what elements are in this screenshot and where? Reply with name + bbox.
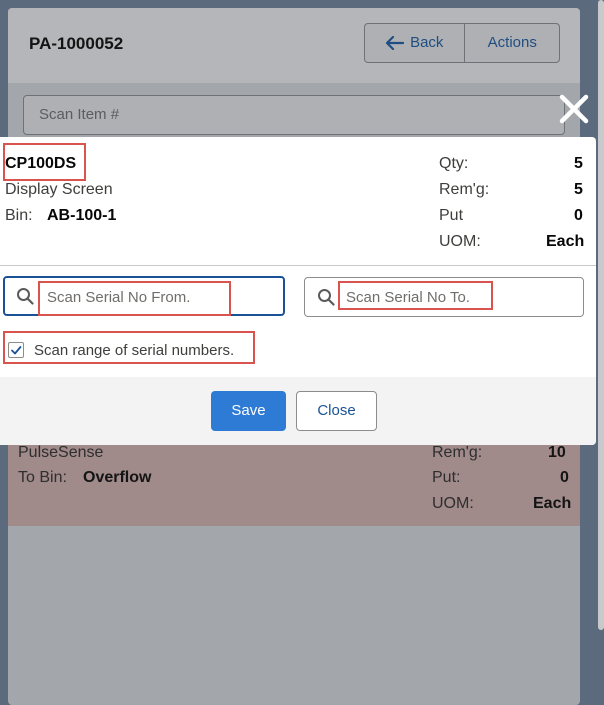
put-value: 0: [574, 207, 583, 224]
uom-value: Each: [546, 233, 585, 250]
modal-footer: Save Close: [0, 377, 596, 445]
range-checkbox-highlight: [3, 331, 255, 364]
actions-button[interactable]: Actions: [465, 24, 559, 62]
uom-label: UOM:: [439, 233, 481, 250]
to-bin-value: Overflow: [83, 469, 152, 486]
header-button-group: Back Actions: [364, 23, 560, 63]
remg-label: Rem'g:: [439, 181, 490, 198]
put-label: Put: [439, 207, 464, 224]
arrow-left-icon: [386, 36, 405, 50]
scan-item-input[interactable]: Scan Item #: [23, 95, 565, 135]
divider: [0, 265, 596, 266]
qty-value: 5: [574, 155, 583, 172]
save-button[interactable]: Save: [211, 391, 286, 431]
uom-label: UOM:: [432, 495, 474, 512]
bin-value: AB-100-1: [47, 207, 117, 224]
range-checkbox-row: Scan range of serial numbers.: [0, 327, 596, 377]
item-code-highlight: [3, 143, 86, 181]
list-item[interactable]: PulseSense To Bin: Overflow Rem'g: 10 Pu…: [8, 436, 580, 526]
search-icon: [17, 288, 34, 305]
uom-value: Each: [533, 495, 572, 512]
page-title: PA-1000052: [29, 34, 124, 53]
remg-value: 5: [574, 181, 583, 198]
back-label: Back: [410, 34, 444, 51]
serial-to-highlight: [338, 281, 493, 310]
put-label: Put:: [432, 469, 461, 486]
close-button[interactable]: Close: [296, 391, 377, 431]
page-header: PA-1000052 Back Actions: [8, 8, 580, 83]
remg-label: Rem'g:: [432, 444, 483, 461]
item-description: Display Screen: [5, 181, 113, 198]
qty-label: Qty:: [439, 155, 469, 172]
scan-item-placeholder: Scan Item #: [39, 106, 120, 123]
serial-scan-modal: CP100DS Display Screen Bin: AB-100-1 Qty…: [0, 137, 596, 445]
search-icon: [318, 289, 335, 306]
serial-from-highlight: [38, 281, 231, 316]
item-details: CP100DS Display Screen Bin: AB-100-1 Qty…: [0, 137, 596, 265]
bin-label: Bin:: [5, 207, 33, 224]
to-bin-label: To Bin:: [18, 469, 67, 486]
put-value: 0: [560, 469, 569, 486]
remg-value: 10: [548, 444, 566, 461]
scrollbar[interactable]: [598, 0, 604, 630]
close-icon[interactable]: [557, 92, 591, 126]
list-item-description: PulseSense: [18, 444, 104, 461]
back-button[interactable]: Back: [365, 24, 466, 62]
